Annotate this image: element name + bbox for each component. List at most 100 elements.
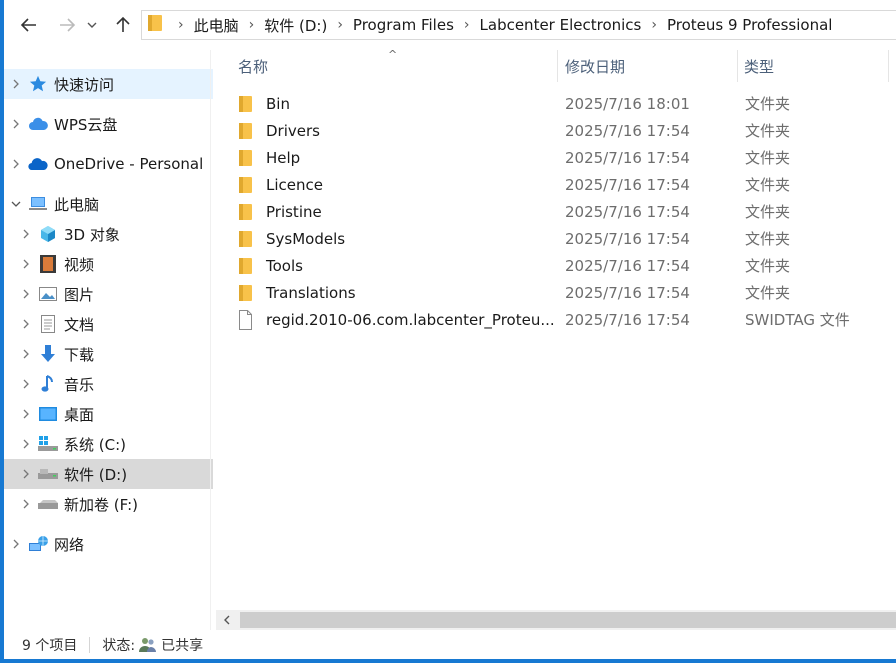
sidebar-item-onedrive[interactable]: OneDrive - Personal (4, 149, 213, 179)
chevron-right-icon[interactable] (4, 159, 28, 169)
horizontal-scrollbar[interactable] (216, 610, 896, 630)
chevron-right-icon[interactable] (4, 119, 28, 129)
column-divider[interactable] (888, 50, 889, 82)
sidebar-item-quick-access[interactable]: 快速访问 (4, 69, 213, 99)
file-date: 2025/7/16 17:54 (565, 148, 690, 167)
column-divider[interactable] (557, 50, 558, 82)
sidebar-item-downloads[interactable]: 下载 (4, 339, 213, 369)
file-type: 文件夹 (745, 203, 791, 221)
status-bar: 9 个项目 状态: 已共享 (4, 630, 896, 659)
scrollbar-thumb[interactable] (240, 612, 896, 628)
breadcrumb-proteus[interactable]: Proteus 9 Professional (667, 16, 832, 34)
file-date: 2025/7/16 17:54 (565, 229, 690, 248)
chevron-right-icon[interactable] (14, 499, 38, 509)
breadcrumb-this-pc[interactable]: 此电脑 (194, 15, 239, 36)
3d-objects-icon (38, 224, 58, 244)
sidebar-item-wps-cloud[interactable]: WPS云盘 (4, 109, 213, 139)
sidebar-item-music[interactable]: 音乐 (4, 369, 213, 399)
music-icon (38, 374, 58, 394)
download-icon (38, 344, 58, 364)
chevron-right-icon[interactable] (4, 79, 28, 89)
share-state: 已共享 (161, 637, 204, 654)
table-row[interactable]: Bin 2025/7/16 18:01 文件夹 (236, 90, 896, 117)
window-frame-bottom (0, 659, 896, 663)
column-divider[interactable] (737, 50, 738, 82)
breadcrumb-separator-icon[interactable]: › (337, 17, 343, 33)
table-row[interactable]: Tools 2025/7/16 17:54 文件夹 (236, 252, 896, 279)
sidebar-item-videos[interactable]: 视频 (4, 249, 213, 279)
sidebar-item-desktop[interactable]: 桌面 (4, 399, 213, 429)
chevron-right-icon[interactable] (14, 469, 38, 479)
table-row[interactable]: Translations 2025/7/16 17:54 文件夹 (236, 279, 896, 306)
navigation-toolbar: › 此电脑 › 软件 (D:) › Program Files › Labcen… (4, 0, 896, 50)
desktop-icon (38, 404, 58, 424)
sidebar-item-documents[interactable]: 文档 (4, 309, 213, 339)
breadcrumb-drive-d[interactable]: 软件 (D:) (264, 15, 327, 36)
drive-icon (38, 464, 58, 484)
sidebar-item-this-pc[interactable]: 此电脑 (4, 189, 213, 219)
documents-icon (38, 314, 58, 334)
breadcrumb-separator-icon[interactable]: › (651, 17, 657, 33)
folder-icon (148, 14, 162, 36)
status-label: 状态: (102, 637, 136, 654)
onedrive-cloud-icon (28, 154, 48, 174)
table-row[interactable]: Pristine 2025/7/16 17:54 文件夹 (236, 198, 896, 225)
table-row[interactable]: regid.2010-06.com.labcenter_Proteu... 20… (236, 306, 896, 333)
scroll-left-button[interactable] (216, 610, 238, 630)
file-type: 文件夹 (745, 230, 791, 248)
back-button[interactable] (16, 12, 42, 38)
breadcrumb-separator-icon[interactable]: › (464, 17, 470, 33)
sidebar-item-3d-objects[interactable]: 3D 对象 (4, 219, 213, 249)
chevron-right-icon[interactable] (14, 409, 38, 419)
table-row[interactable]: Licence 2025/7/16 17:54 文件夹 (236, 171, 896, 198)
file-name: Pristine (266, 202, 322, 221)
folder-icon (236, 149, 258, 167)
table-row[interactable]: SysModels 2025/7/16 17:54 文件夹 (236, 225, 896, 252)
file-list: ^ 名称 修改日期 类型 Bin 2025/7/16 18:01 文件夹 Dri… (216, 48, 896, 610)
breadcrumb-labcenter[interactable]: Labcenter Electronics (480, 16, 642, 34)
chevron-right-icon[interactable] (14, 289, 38, 299)
table-row[interactable]: Drivers 2025/7/16 17:54 文件夹 (236, 117, 896, 144)
breadcrumb-program-files[interactable]: Program Files (353, 16, 454, 34)
chevron-right-icon[interactable] (14, 349, 38, 359)
chevron-right-icon[interactable] (14, 259, 38, 269)
column-header-name[interactable]: 名称 (238, 50, 556, 82)
file-type: 文件夹 (745, 257, 791, 275)
drive-icon (38, 494, 58, 514)
chevron-right-icon[interactable] (14, 229, 38, 239)
back-arrow-icon (20, 18, 36, 32)
forward-button[interactable] (54, 12, 80, 38)
forward-arrow-icon (60, 18, 76, 32)
up-arrow-icon (116, 16, 130, 32)
column-header-date[interactable]: 修改日期 (565, 50, 735, 82)
breadcrumb-separator-icon[interactable]: › (249, 17, 255, 33)
file-date: 2025/7/16 17:54 (565, 256, 690, 275)
file-name: Tools (266, 256, 303, 275)
sidebar-item-network[interactable]: 网络 (4, 529, 213, 559)
column-header-type[interactable]: 类型 (744, 50, 884, 82)
sidebar-item-drive-f[interactable]: 新加卷 (F:) (4, 489, 213, 519)
file-name: Licence (266, 175, 323, 194)
folder-icon (236, 95, 258, 113)
chevron-down-icon[interactable] (4, 199, 28, 209)
file-name: SysModels (266, 229, 346, 248)
file-icon (236, 309, 258, 330)
chevron-right-icon[interactable] (14, 379, 38, 389)
chevron-right-icon[interactable] (14, 439, 38, 449)
pane-divider[interactable] (210, 50, 211, 630)
sidebar-item-drive-d[interactable]: 软件 (D:) (4, 459, 213, 489)
file-type: 文件夹 (745, 95, 791, 113)
breadcrumb-separator-icon[interactable]: › (178, 17, 184, 33)
chevron-right-icon[interactable] (4, 539, 28, 549)
shared-users-icon (139, 637, 157, 652)
recent-locations-button[interactable] (84, 12, 100, 38)
folder-icon (236, 257, 258, 275)
up-button[interactable] (110, 12, 136, 38)
this-pc-icon (28, 194, 48, 214)
file-name: Bin (266, 94, 290, 113)
address-bar[interactable]: › 此电脑 › 软件 (D:) › Program Files › Labcen… (141, 10, 896, 40)
table-row[interactable]: Help 2025/7/16 17:54 文件夹 (236, 144, 896, 171)
sidebar-item-pictures[interactable]: 图片 (4, 279, 213, 309)
chevron-right-icon[interactable] (14, 319, 38, 329)
sidebar-item-drive-c[interactable]: 系统 (C:) (4, 429, 213, 459)
